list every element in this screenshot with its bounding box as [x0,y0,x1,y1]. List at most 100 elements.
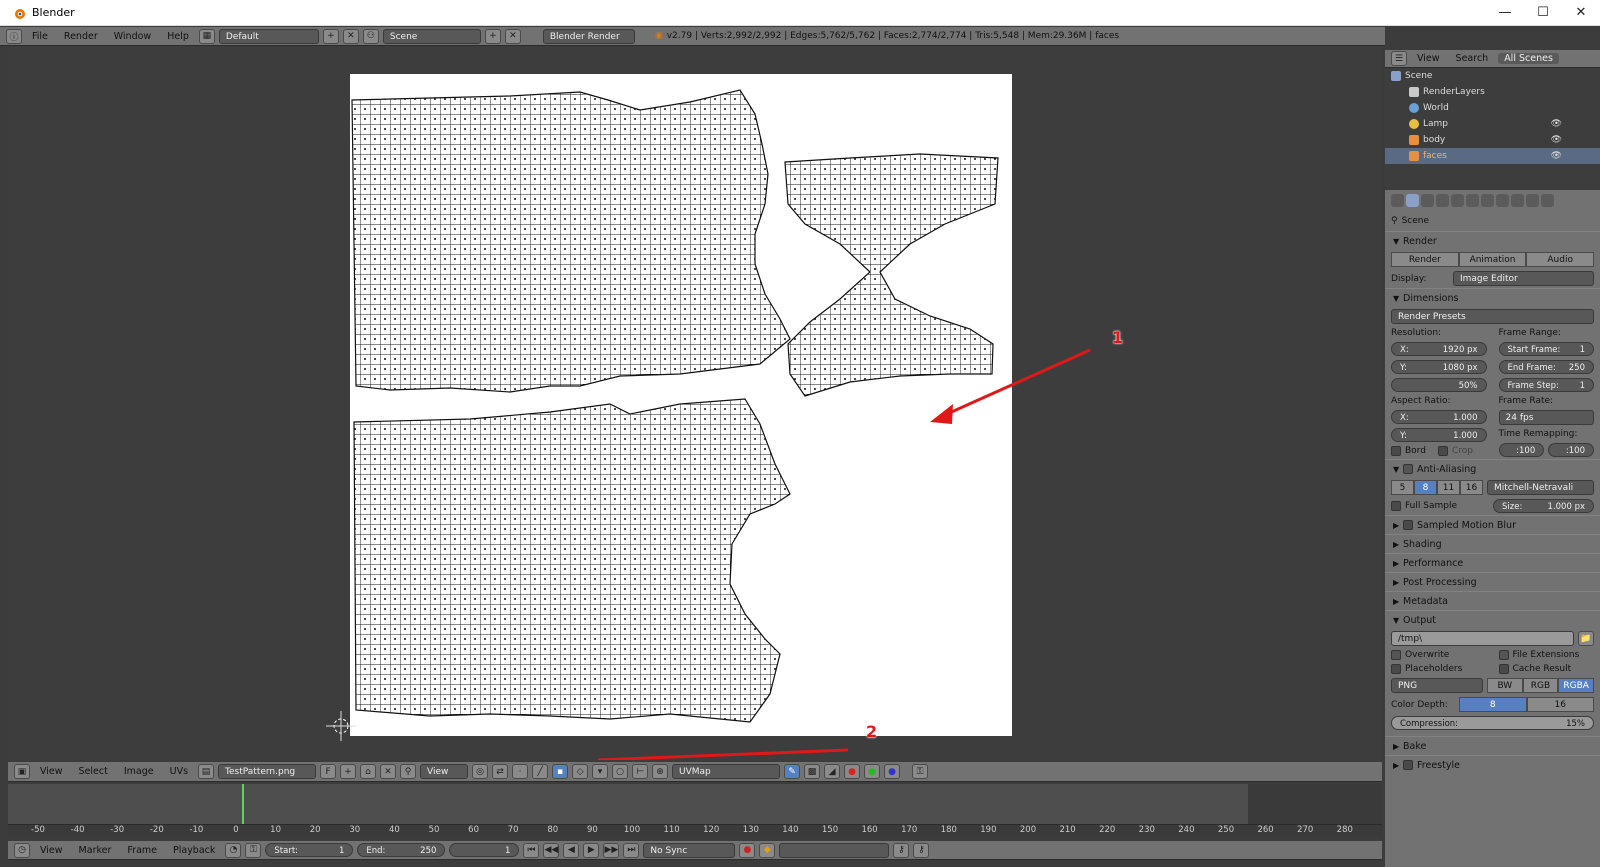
visibility-eye-icon[interactable]: 👁 [1551,119,1562,129]
sampled-motion-blur-panel-header[interactable]: ▶ Sampled Motion Blur [1385,515,1600,534]
outliner-row-body[interactable]: body 👁 [1385,132,1600,148]
minimize-button[interactable]: — [1486,5,1524,20]
crop-checkbox[interactable] [1437,446,1448,456]
render-engine-dropdown[interactable]: Blender Render [542,28,635,44]
aa-samples-16[interactable]: 16 [1460,480,1483,495]
render-tab-icon[interactable] [1406,194,1419,207]
outliner-row-scene[interactable]: Scene [1385,68,1600,84]
resolution-percent-slider[interactable]: 50% [1391,378,1487,392]
material-tab-icon[interactable] [1526,194,1539,207]
remap-old-field[interactable]: :100 [1498,443,1545,457]
outliner-row-faces[interactable]: faces 👁 [1385,148,1600,164]
cache-result-checkbox[interactable] [1498,664,1509,674]
timeline[interactable]: -50 -40 -30 -20 -10 0 10 20 30 40 50 60 70 80 90 100 110… [8,784,1382,836]
menu-render[interactable]: Render [58,31,104,42]
uv-map-dropdown[interactable]: UVMap [672,764,781,779]
maximize-button[interactable]: ☐ [1524,5,1562,20]
insert-keyframe-icon[interactable]: ⚷ [893,842,910,858]
resolution-y-field[interactable]: Y: 1080 px [1391,360,1487,374]
current-frame-marker[interactable] [242,784,244,824]
render-presets-dropdown[interactable]: Render Presets [1391,309,1594,324]
open-image-icon[interactable]: ⌂ [360,764,377,779]
scene-field[interactable]: Scene [382,28,481,44]
add-screen-icon[interactable]: + [322,28,339,44]
timeline-track[interactable] [8,784,1382,824]
menu-timeline-view[interactable]: View [34,845,69,856]
image-name-field[interactable]: TestPattern.png [218,764,317,779]
jump-end-icon[interactable]: ⏭ [623,842,640,858]
fake-user-button[interactable]: F [320,764,337,779]
play-reverse-icon[interactable]: ◀ [563,842,580,858]
image-browse-icon[interactable]: ▤ [198,764,215,779]
aa-samples-11[interactable]: 11 [1437,480,1460,495]
menu-marker[interactable]: Marker [73,845,118,856]
editor-type-image-icon[interactable]: ▣ [14,764,30,779]
metadata-panel-header[interactable]: ▶ Metadata [1385,591,1600,610]
output-path-field[interactable]: /tmp\ [1391,631,1574,646]
channel-green-icon[interactable]: ● [864,764,881,779]
snap-target-icon[interactable]: ⊕ [652,764,669,779]
preview-range-icon[interactable]: ◔ [225,842,242,858]
menu-image[interactable]: Image [118,766,160,777]
delete-keyframe-icon[interactable]: ⚷ [913,842,930,858]
face-select-icon[interactable]: ▪ [552,764,569,779]
outliner-row-world[interactable]: World [1385,100,1600,116]
keying-set-icon[interactable]: ◆ [759,842,776,858]
aa-filter-dropdown[interactable]: Mitchell-Netravali [1487,480,1594,495]
placeholders-checkbox[interactable] [1391,664,1401,674]
close-button[interactable]: ✕ [1562,5,1600,20]
menu-file[interactable]: File [26,31,54,42]
render-layers-tab-icon[interactable] [1421,194,1434,207]
post-processing-panel-header[interactable]: ▶ Post Processing [1385,572,1600,591]
aspect-x-field[interactable]: X: 1.000 [1391,410,1487,424]
remove-screen-icon[interactable]: ✕ [342,28,359,44]
remap-new-field[interactable]: :100 [1548,443,1594,457]
folder-browse-icon[interactable]: 📁 [1578,631,1594,646]
anti-aliasing-panel-header[interactable]: ▼ Anti-Aliasing [1385,459,1600,478]
render-button[interactable]: Render [1391,252,1459,267]
menu-frame[interactable]: Frame [121,845,163,856]
border-checkbox[interactable] [1391,446,1401,456]
remove-scene-icon[interactable]: ✕ [504,28,521,44]
lock-icon[interactable]: ⚿ [912,764,929,779]
menu-uvs[interactable]: UVs [164,766,194,777]
file-extensions-checkbox[interactable] [1498,650,1509,660]
outliner-search-menu[interactable]: Search [1450,53,1495,64]
menu-playback[interactable]: Playback [167,845,221,856]
aspect-y-field[interactable]: Y: 1.000 [1391,428,1487,442]
channel-z-icon[interactable]: ◢ [824,764,841,779]
record-icon[interactable]: ● [739,842,756,858]
color-depth-8[interactable]: 8 [1459,697,1527,712]
editor-type-outliner-icon[interactable]: ☰ [1391,51,1407,66]
object-tab-icon[interactable] [1466,194,1479,207]
jump-start-icon[interactable]: ⏮ [523,842,540,858]
snap-icon[interactable]: ⊢ [632,764,649,779]
outliner-row-lamp[interactable]: Lamp 👁 [1385,116,1600,132]
current-frame-field[interactable]: 1 [449,843,520,857]
shading-panel-header[interactable]: ▶ Shading [1385,534,1600,553]
channel-red-icon[interactable]: ● [844,764,861,779]
output-panel-header[interactable]: ▼ Output [1385,610,1600,629]
pin-icon[interactable]: ⚲ [400,764,417,779]
alpha-display-icon[interactable]: ▩ [804,764,821,779]
data-tab-icon[interactable] [1511,194,1524,207]
resolution-x-field[interactable]: X: 1920 px [1391,342,1487,356]
end-frame-prop-field[interactable]: End Frame: 250 [1498,360,1594,374]
aa-samples-5[interactable]: 5 [1391,480,1414,495]
proportional-edit-icon[interactable]: ○ [612,764,629,779]
sync-selection-icon[interactable]: ⇄ [492,764,509,779]
sync-mode-dropdown[interactable]: No Sync [643,842,736,858]
outliner-view-menu[interactable]: View [1411,53,1446,64]
screen-layout-field[interactable]: Default [218,28,319,44]
visibility-eye-icon[interactable]: 👁 [1551,135,1562,145]
draw-uv-icon[interactable]: ✎ [784,764,801,779]
unlink-image-icon[interactable]: ✕ [380,764,397,779]
vertex-select-icon[interactable]: · [512,764,529,779]
menu-help[interactable]: Help [161,31,195,42]
color-mode-bw[interactable]: BW [1487,678,1523,693]
color-depth-16[interactable]: 16 [1526,697,1594,712]
dimensions-panel-header[interactable]: ▼ Dimensions [1385,288,1600,307]
jump-keyframe-back-icon[interactable]: ◀◀ [543,842,560,858]
audio-button[interactable]: Audio [1526,252,1595,267]
channel-blue-icon[interactable]: ● [884,764,901,779]
